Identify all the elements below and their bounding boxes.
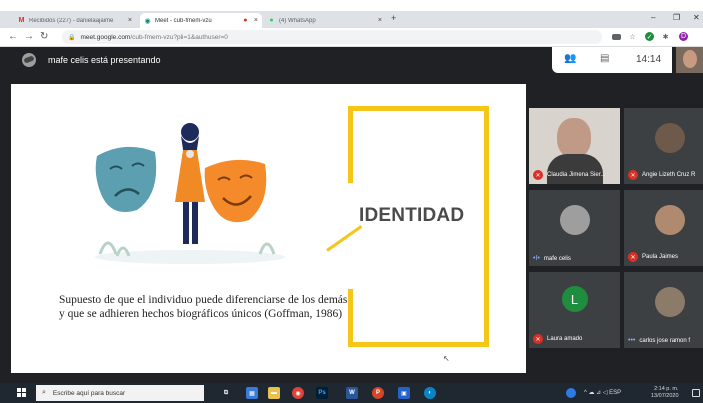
- mic-off-icon: ✕: [533, 170, 543, 180]
- tab-whatsapp[interactable]: ● (4) WhatsApp ×: [264, 13, 386, 28]
- search-icon: ⌕: [42, 389, 46, 396]
- speaking-indicator-icon: •I•: [533, 255, 540, 262]
- participant-avatar: [654, 123, 685, 153]
- close-window-button[interactable]: ✕: [693, 13, 700, 22]
- taskbar-clock[interactable]: 2:14 p. m. 13/07/2020: [651, 386, 679, 400]
- address-bar: ← → ↻ 🔒 meet.google.com/cub-fmem-vzu?pli…: [0, 28, 703, 47]
- slide-title: IDENTIDAD: [359, 205, 465, 226]
- slide-frame-right: [484, 106, 489, 347]
- profile-avatar[interactable]: D: [679, 32, 688, 41]
- participant-letter-avatar: L: [561, 286, 588, 312]
- app-icon[interactable]: ▣: [398, 387, 410, 399]
- participant-avatar: [654, 205, 685, 235]
- slide-frame-bottom: [348, 342, 489, 347]
- search-placeholder: Escribe aquí para buscar: [52, 389, 126, 397]
- participant-name: Angie Lizeth Cruz R: [642, 172, 696, 178]
- meeting-clock: 14:14: [636, 54, 662, 65]
- powerpoint-icon[interactable]: P: [372, 387, 384, 399]
- word-icon[interactable]: W: [346, 387, 358, 399]
- participant-tile[interactable]: ••• carlos jose ramon f: [624, 272, 703, 348]
- star-icon[interactable]: ☆: [628, 32, 637, 41]
- theatre-masks-illustration: [95, 123, 285, 264]
- happy-mask-icon: [204, 159, 267, 223]
- people-icon[interactable]: 👥: [564, 53, 576, 64]
- participant-name: Paula Jaimes: [642, 254, 679, 260]
- chrome-icon[interactable]: ◉: [292, 387, 304, 399]
- mouse-cursor-icon: ↖: [443, 354, 450, 363]
- participant-tile[interactable]: ✕ Paula Jaimes: [624, 190, 703, 266]
- self-view-thumbnail[interactable]: [676, 47, 703, 73]
- calendar-app-icon[interactable]: ▦: [246, 387, 258, 399]
- participant-avatar: [559, 205, 590, 235]
- participant-tile[interactable]: ✕ Angie Lizeth Cruz R: [624, 108, 703, 184]
- minimize-button[interactable]: –: [651, 13, 655, 22]
- lock-icon: 🔒: [68, 34, 76, 41]
- participant-name: Laura amado: [547, 336, 583, 342]
- presenting-banner: mafe celis está presentando: [48, 55, 161, 65]
- mic-off-icon: ✕: [628, 252, 638, 262]
- back-icon[interactable]: ←: [8, 31, 18, 43]
- woman-figure-icon: [175, 123, 205, 244]
- restore-button[interactable]: ❐: [673, 13, 680, 22]
- tab-label: Meet - cub-fmem-vzu: [155, 17, 212, 24]
- tray-app-icon[interactable]: [566, 388, 576, 398]
- chat-icon[interactable]: ▤: [600, 53, 609, 64]
- close-tab-icon[interactable]: ×: [378, 17, 382, 24]
- slide-frame-left-upper: [348, 106, 353, 183]
- clock-time: 2:14 p. m.: [654, 386, 679, 392]
- windows-start-icon[interactable]: [17, 388, 27, 398]
- more-options-icon: •••: [628, 337, 636, 344]
- tab-label: (4) WhatsApp: [279, 17, 316, 24]
- participant-name: carlos jose ramon f: [639, 337, 691, 344]
- participant-name: Claudia Jimena Sier...: [547, 172, 606, 178]
- meet-icon: ◉: [144, 17, 151, 25]
- participant-tile[interactable]: •I• mafe celis: [529, 190, 620, 266]
- taskbar-search[interactable]: ⌕ Escribe aquí para buscar: [36, 385, 204, 401]
- reload-icon[interactable]: ↻: [40, 31, 48, 43]
- puzzle-icon[interactable]: ✱: [661, 32, 670, 41]
- windows-taskbar: ⌕ Escribe aquí para buscar ⧉ ▦ ▬ ◉ Ps W …: [0, 383, 703, 403]
- url-host: meet.google.com: [80, 33, 131, 41]
- tab-gmail[interactable]: M Recibidos (227) - danielaajaime ×: [14, 13, 136, 28]
- mic-off-icon: ✕: [533, 334, 543, 344]
- url-path: /cub-fmem-vzu?pli=1&authuser=0: [130, 33, 228, 41]
- meet-top-controls: 👥 ▤ 14:14: [552, 47, 672, 73]
- new-tab-button[interactable]: +: [391, 13, 396, 23]
- screen: M Recibidos (227) - danielaajaime × ◉ Me…: [0, 0, 703, 403]
- participant-tile[interactable]: L ✕ Laura amado: [529, 272, 620, 348]
- close-tab-icon[interactable]: ×: [254, 17, 258, 24]
- presenter-avatar: [22, 53, 36, 67]
- extension-icon[interactable]: ✓: [645, 32, 654, 41]
- photoshop-icon[interactable]: Ps: [316, 387, 328, 399]
- close-tab-icon[interactable]: ×: [128, 17, 132, 24]
- tab-bar: M Recibidos (227) - danielaajaime × ◉ Me…: [0, 11, 703, 28]
- camera-icon[interactable]: [612, 34, 621, 40]
- clock-date: 13/07/2020: [651, 393, 679, 399]
- tab-meet[interactable]: ◉ Meet - cub-fmem-vzu ● ×: [140, 13, 262, 28]
- window-top-frame: [0, 0, 703, 11]
- sad-mask-icon: [95, 146, 157, 212]
- system-tray[interactable]: ^ ☁ ⊿ ◁ ESP: [584, 389, 621, 396]
- browser-app-icon[interactable]: ◐: [424, 387, 436, 399]
- forward-icon[interactable]: →: [24, 31, 34, 43]
- whatsapp-icon: ●: [269, 17, 274, 24]
- presentation-slide: IDENTIDAD Supuesto de que el individuo p…: [11, 84, 526, 373]
- slide-frame-top: [348, 106, 489, 111]
- file-explorer-icon[interactable]: ▬: [268, 387, 280, 399]
- recording-dot-icon: ●: [243, 17, 248, 24]
- mic-off-icon: ✕: [628, 170, 638, 180]
- gmail-icon: M: [18, 17, 25, 24]
- slide-caption: Supuesto de que el individuo puede difer…: [59, 294, 348, 320]
- tab-label: Recibidos (227) - danielaajaime: [29, 17, 114, 24]
- notifications-icon[interactable]: [692, 389, 700, 397]
- url-field[interactable]: 🔒 meet.google.com/cub-fmem-vzu?pli=1&aut…: [62, 30, 602, 44]
- participant-name: mafe celis: [543, 255, 571, 262]
- participant-tile[interactable]: ✕ Claudia Jimena Sier...: [529, 108, 620, 184]
- slide-frame-accent: [326, 225, 363, 252]
- task-view-icon[interactable]: ⧉: [220, 387, 232, 399]
- participant-avatar: [654, 287, 685, 317]
